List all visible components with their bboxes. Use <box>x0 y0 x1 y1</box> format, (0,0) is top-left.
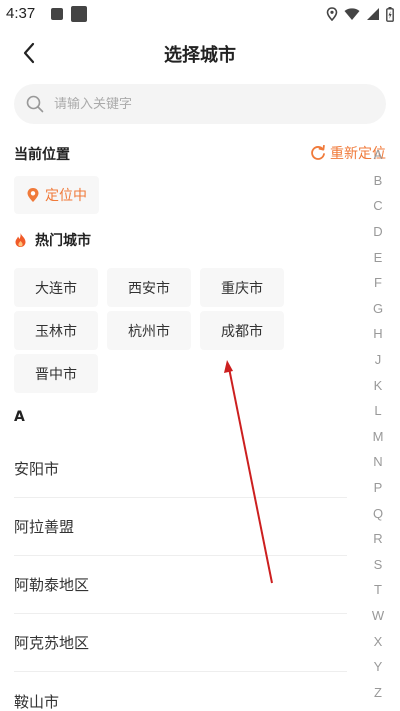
gallery-notification-icon <box>51 8 63 20</box>
hot-city-chip[interactable]: 晋中市 <box>14 354 98 393</box>
city-list: 安阳市 阿拉善盟 阿勒泰地区 阿克苏地区 鞍山市 <box>14 440 347 711</box>
signal-icon <box>367 8 379 20</box>
index-letter-q[interactable]: Q <box>373 500 383 526</box>
header: 选择城市 <box>0 30 400 76</box>
refresh-icon <box>311 145 325 160</box>
locating-label: 定位中 <box>45 188 87 204</box>
index-letter-t[interactable]: T <box>374 577 382 603</box>
index-letter-e[interactable]: E <box>374 244 383 270</box>
hot-city-chip[interactable]: 重庆市 <box>200 268 284 307</box>
index-letter-h[interactable]: H <box>373 321 382 347</box>
index-letter-w[interactable]: W <box>372 603 384 629</box>
search-bar[interactable] <box>14 84 386 124</box>
index-letter-n[interactable]: N <box>373 449 382 475</box>
status-bar: 4:37 <box>0 0 400 30</box>
hot-cities-label: 热门城市 <box>35 233 91 249</box>
section-letter-header: A <box>14 409 25 425</box>
index-letter-d[interactable]: D <box>373 219 382 245</box>
search-icon <box>26 95 44 113</box>
status-time: 4:37 <box>6 5 36 22</box>
index-letter-y[interactable]: Y <box>374 654 383 680</box>
page-title: 选择城市 <box>164 45 236 66</box>
city-list-item[interactable]: 阿拉善盟 <box>14 498 347 556</box>
index-letter-f[interactable]: F <box>374 270 382 296</box>
hot-city-chip[interactable]: 杭州市 <box>107 311 191 350</box>
alphabet-index-bar[interactable]: A B C D E F G H J K L M N P Q R S T W X … <box>370 142 386 705</box>
index-letter-b[interactable]: B <box>374 168 383 194</box>
city-list-item[interactable]: 阿克苏地区 <box>14 614 347 672</box>
search-input[interactable] <box>54 96 354 112</box>
index-letter-c[interactable]: C <box>373 193 382 219</box>
app-notification-icon <box>71 6 87 22</box>
location-status-icon <box>326 7 338 21</box>
fire-icon <box>15 233 26 247</box>
city-list-item[interactable]: 安阳市 <box>14 440 347 498</box>
location-pin-icon <box>27 188 39 202</box>
index-letter-r[interactable]: R <box>373 526 382 552</box>
locating-chip[interactable]: 定位中 <box>14 176 99 214</box>
status-right-icons <box>326 6 394 22</box>
hot-city-chip[interactable]: 玉林市 <box>14 311 98 350</box>
current-location-label: 当前位置 <box>14 147 70 163</box>
index-letter-g[interactable]: G <box>373 296 383 322</box>
wifi-icon <box>344 8 360 20</box>
index-letter-m[interactable]: M <box>373 424 384 450</box>
battery-icon <box>386 6 394 22</box>
city-list-item[interactable]: 鞍山市 <box>14 672 347 711</box>
hot-city-chip[interactable]: 西安市 <box>107 268 191 307</box>
index-letter-j[interactable]: J <box>375 347 382 373</box>
index-letter-s[interactable]: S <box>374 552 383 578</box>
hot-city-chip[interactable]: 成都市 <box>200 311 284 350</box>
index-letter-x[interactable]: X <box>374 628 383 654</box>
index-letter-k[interactable]: K <box>374 372 383 398</box>
hot-cities-title: 热门城市 <box>14 230 91 250</box>
index-letter-a[interactable]: A <box>374 142 383 168</box>
index-letter-p[interactable]: P <box>374 475 383 501</box>
hot-city-chip[interactable]: 大连市 <box>14 268 98 307</box>
city-list-item[interactable]: 阿勒泰地区 <box>14 556 347 614</box>
index-letter-z[interactable]: Z <box>374 679 382 705</box>
index-letter-l[interactable]: L <box>374 398 381 424</box>
